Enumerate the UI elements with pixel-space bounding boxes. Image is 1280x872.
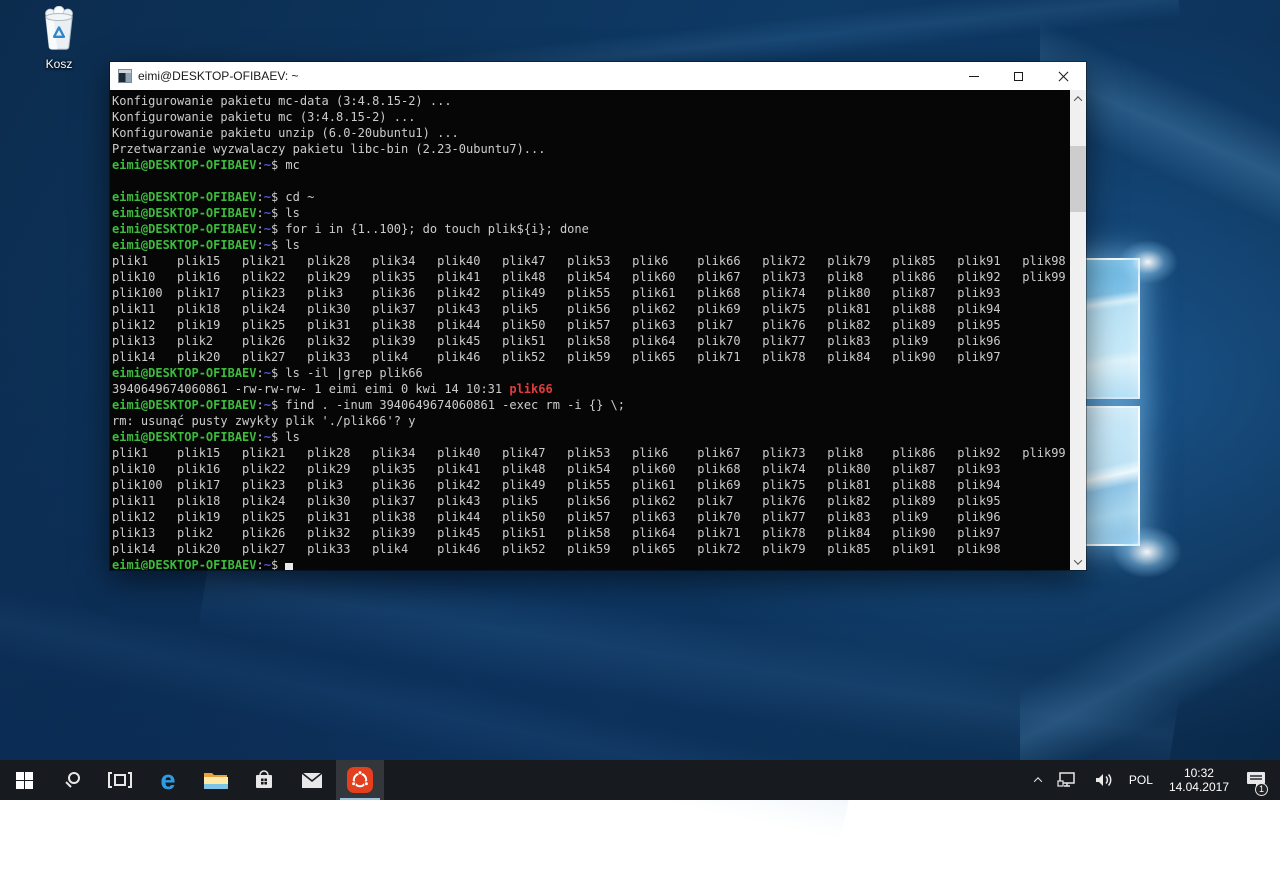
terminal-line: plik1 plik15 plik21 plik28 plik34 plik40… [112, 253, 1070, 269]
terminal-line: plik100 plik17 plik23 plik3 plik36 plik4… [112, 285, 1070, 301]
terminal-line: plik12 plik19 plik25 plik31 plik38 plik4… [112, 317, 1070, 333]
close-icon [1058, 71, 1069, 82]
terminal-line: eimi@DESKTOP-OFIBAEV:~$ find . -inum 394… [112, 397, 1070, 413]
clock[interactable]: 10:32 14.04.2017 [1162, 760, 1236, 800]
system-tray: POL 10:32 14.04.2017 1 [1028, 760, 1280, 800]
terminal-line: plik13 plik2 plik26 plik32 plik39 plik45… [112, 333, 1070, 349]
language-indicator[interactable]: POL [1122, 760, 1160, 800]
search-button[interactable] [48, 760, 96, 800]
terminal-line: eimi@DESKTOP-OFIBAEV:~$ for i in {1..100… [112, 221, 1070, 237]
terminal-scrollbar[interactable] [1070, 90, 1086, 570]
terminal-line: eimi@DESKTOP-OFIBAEV:~$ ls [112, 237, 1070, 253]
terminal-line: eimi@DESKTOP-OFIBAEV:~$ ls -il |grep pli… [112, 365, 1070, 381]
scrollbar-thumb[interactable] [1070, 146, 1086, 212]
terminal-console[interactable]: Konfigurowanie pakietu mc-data (3:4.8.15… [110, 90, 1086, 570]
terminal-line: plik14 plik20 plik27 plik33 plik4 plik46… [112, 541, 1070, 557]
terminal-line: plik12 plik19 plik25 plik31 plik38 plik4… [112, 509, 1070, 525]
terminal-line: plik10 plik16 plik22 plik29 plik35 plik4… [112, 269, 1070, 285]
terminal-line: Konfigurowanie pakietu mc (3:4.8.15-2) .… [112, 109, 1070, 125]
terminal-line: eimi@DESKTOP-OFIBAEV:~$ ls [112, 205, 1070, 221]
taskbar-apps: e [0, 760, 384, 800]
chevron-up-icon [1074, 96, 1082, 104]
terminal-output: Konfigurowanie pakietu mc-data (3:4.8.15… [112, 93, 1070, 570]
terminal-line: Konfigurowanie pakietu mc-data (3:4.8.15… [112, 93, 1070, 109]
file-explorer-button[interactable] [192, 760, 240, 800]
terminal-line: eimi@DESKTOP-OFIBAEV:~$ mc [112, 157, 1070, 173]
network-icon [1057, 771, 1077, 789]
clock-date: 14.04.2017 [1169, 780, 1229, 794]
search-icon [63, 771, 81, 789]
terminal-line: eimi@DESKTOP-OFIBAEV:~$ ls [112, 429, 1070, 445]
volume-button[interactable] [1086, 760, 1120, 800]
wallpaper-beam [0, 528, 867, 872]
clock-time: 10:32 [1169, 766, 1229, 780]
recycle-bin-icon [39, 6, 79, 50]
notification-badge: 1 [1255, 783, 1268, 796]
scroll-up-button[interactable] [1070, 90, 1086, 107]
terminal-line: plik14 plik20 plik27 plik33 plik4 plik46… [112, 349, 1070, 365]
ubuntu-button[interactable] [336, 760, 384, 800]
terminal-line: plik11 plik18 plik24 plik30 plik37 plik4… [112, 301, 1070, 317]
mail-icon [301, 772, 323, 789]
store-button[interactable] [240, 760, 288, 800]
ubuntu-icon [346, 766, 374, 794]
scroll-down-button[interactable] [1070, 553, 1086, 570]
mail-button[interactable] [288, 760, 336, 800]
store-icon [253, 769, 275, 791]
chevron-up-icon [1034, 777, 1042, 785]
task-view-button[interactable] [96, 760, 144, 800]
terminal-line: rm: usunąć pusty zwykły plik './plik66'?… [112, 413, 1070, 429]
tray-overflow-button[interactable] [1028, 760, 1048, 800]
terminal-line: Przetwarzanie wyzwalaczy pakietu libc-bi… [112, 141, 1070, 157]
task-view-icon [108, 772, 132, 788]
close-button[interactable] [1041, 62, 1086, 90]
terminal-window: eimi@DESKTOP-OFIBAEV: ~ Konfigurowanie p… [110, 62, 1086, 570]
terminal-line: plik1 plik15 plik21 plik28 plik34 plik40… [112, 445, 1070, 461]
terminal-line: plik11 plik18 plik24 plik30 plik37 plik4… [112, 493, 1070, 509]
edge-icon: e [160, 767, 175, 794]
recycle-bin-label: Kosz [28, 57, 90, 71]
terminal-cursor [285, 563, 293, 570]
terminal-line: eimi@DESKTOP-OFIBAEV:~$ cd ~ [112, 189, 1070, 205]
terminal-titlebar[interactable]: eimi@DESKTOP-OFIBAEV: ~ [110, 62, 1086, 90]
file-explorer-icon [203, 770, 229, 790]
maximize-icon [1014, 72, 1023, 81]
minimize-icon [969, 76, 979, 77]
console-app-icon [118, 69, 132, 83]
edge-button[interactable]: e [144, 760, 192, 800]
recycle-bin-shortcut[interactable]: Kosz [28, 6, 90, 71]
terminal-line: plik100 plik17 plik23 plik3 plik36 plik4… [112, 477, 1070, 493]
terminal-line [112, 173, 1070, 189]
action-center-button[interactable]: 1 [1238, 760, 1274, 800]
terminal-line: eimi@DESKTOP-OFIBAEV:~$ [112, 557, 1070, 570]
terminal-line: 3940649674060861 -rw-rw-rw- 1 eimi eimi … [112, 381, 1070, 397]
chevron-down-icon [1074, 556, 1082, 564]
terminal-line: plik10 plik16 plik22 plik29 plik35 plik4… [112, 461, 1070, 477]
taskbar: e [0, 760, 1280, 800]
maximize-button[interactable] [996, 62, 1041, 90]
terminal-line: Konfigurowanie pakietu unzip (6.0-20ubun… [112, 125, 1070, 141]
window-title: eimi@DESKTOP-OFIBAEV: ~ [138, 69, 951, 83]
network-button[interactable] [1050, 760, 1084, 800]
start-button[interactable] [0, 760, 48, 800]
terminal-line: plik13 plik2 plik26 plik32 plik39 plik45… [112, 525, 1070, 541]
volume-icon [1093, 771, 1113, 789]
windows-logo-icon [16, 772, 33, 789]
minimize-button[interactable] [951, 62, 996, 90]
